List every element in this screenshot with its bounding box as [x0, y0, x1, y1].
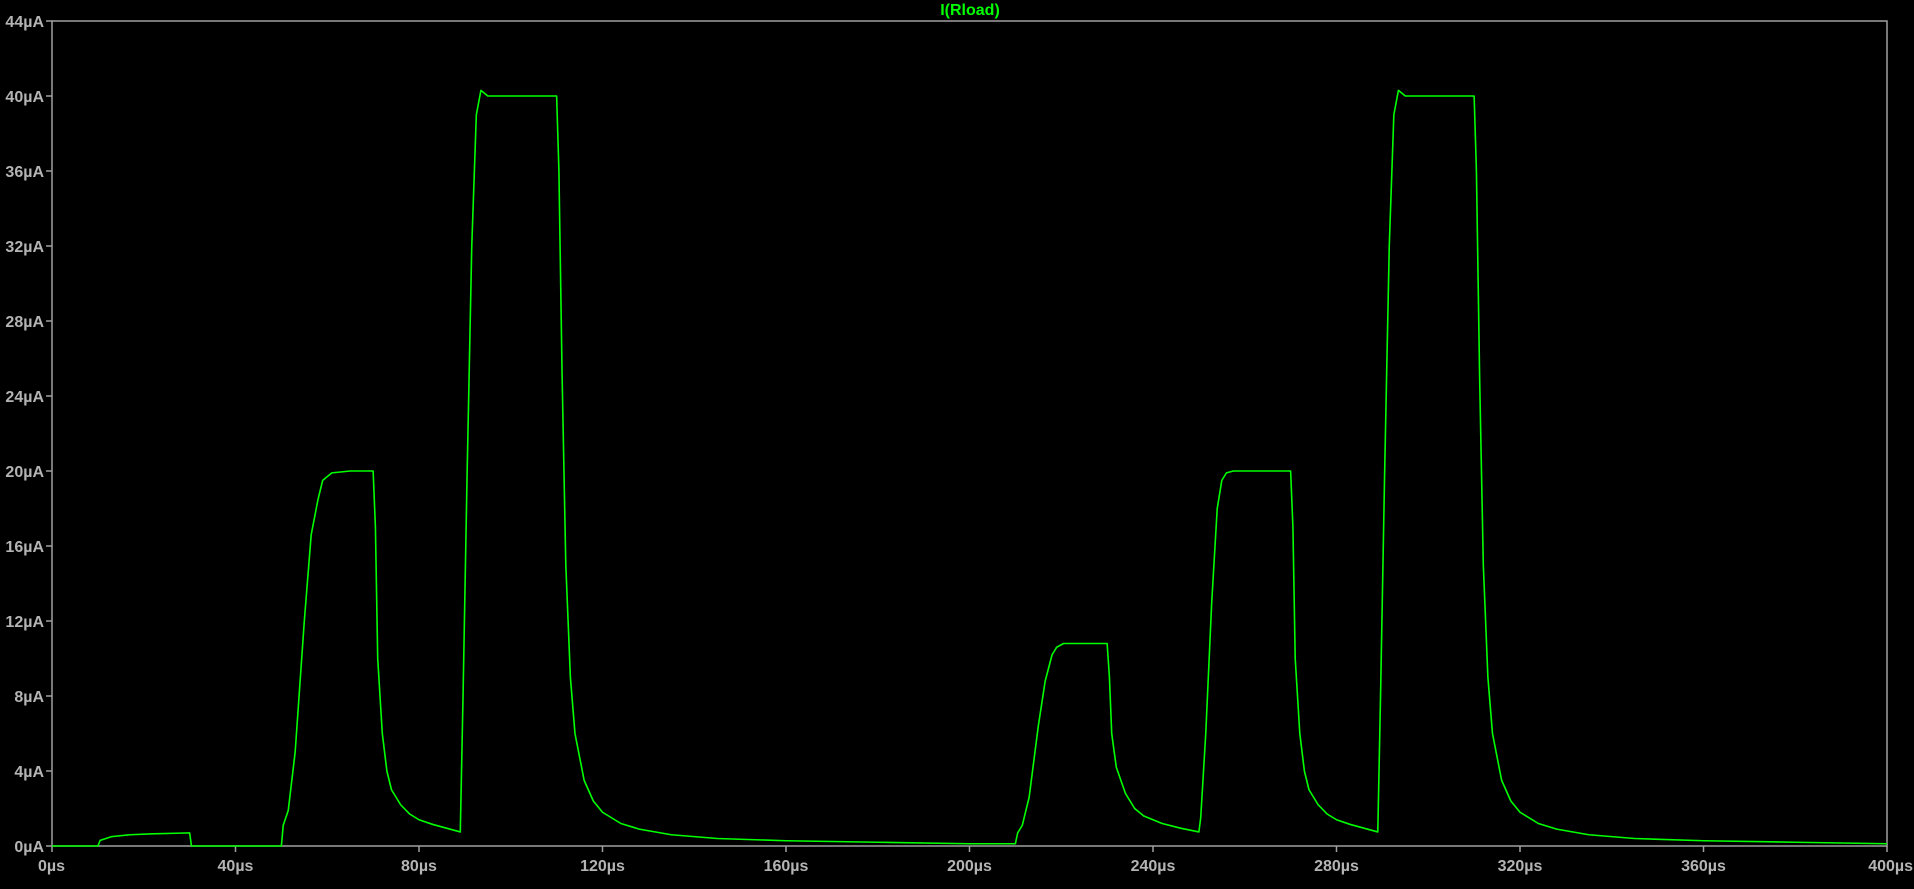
plot-background	[0, 0, 1914, 884]
x-tick-label: 120µs	[580, 858, 625, 875]
waveform-viewer: I(Rload) 0µA 4µA 8µA 12µA 16µA 20µA 24µA 28µA 32…	[0, 0, 1914, 884]
y-tick-label: 0µA	[14, 839, 44, 856]
x-tick-label: 400µs	[1868, 858, 1913, 875]
x-tick-label: 360µs	[1681, 858, 1726, 875]
x-tick-label: 280µs	[1314, 858, 1359, 875]
y-tick-label: 12µA	[5, 614, 44, 631]
x-tick-label: 240µs	[1131, 858, 1176, 875]
x-tick-label: 160µs	[764, 858, 809, 875]
y-tick-label: 4µA	[14, 764, 44, 781]
x-tick-label: 40µs	[218, 858, 254, 875]
x-tick-label: 320µs	[1498, 858, 1543, 875]
y-tick-label: 36µA	[5, 164, 44, 181]
y-tick-label: 32µA	[5, 239, 44, 256]
y-tick-label: 20µA	[5, 464, 44, 481]
y-tick-label: 24µA	[5, 389, 44, 406]
x-tick-label: 80µs	[401, 858, 437, 875]
y-tick-label: 16µA	[5, 539, 44, 556]
y-tick-label: 8µA	[14, 689, 44, 706]
y-tick-label: 40µA	[5, 89, 44, 106]
waveform-plot[interactable]: I(Rload) 0µA 4µA 8µA 12µA 16µA 20µA 24µA 28µA 32…	[0, 0, 1914, 884]
trace-title[interactable]: I(Rload)	[940, 2, 1000, 19]
y-tick-label: 28µA	[5, 314, 44, 331]
x-tick-label: 0µs	[38, 858, 65, 875]
y-tick-label: 44µA	[5, 14, 44, 31]
x-tick-label: 200µs	[947, 858, 992, 875]
